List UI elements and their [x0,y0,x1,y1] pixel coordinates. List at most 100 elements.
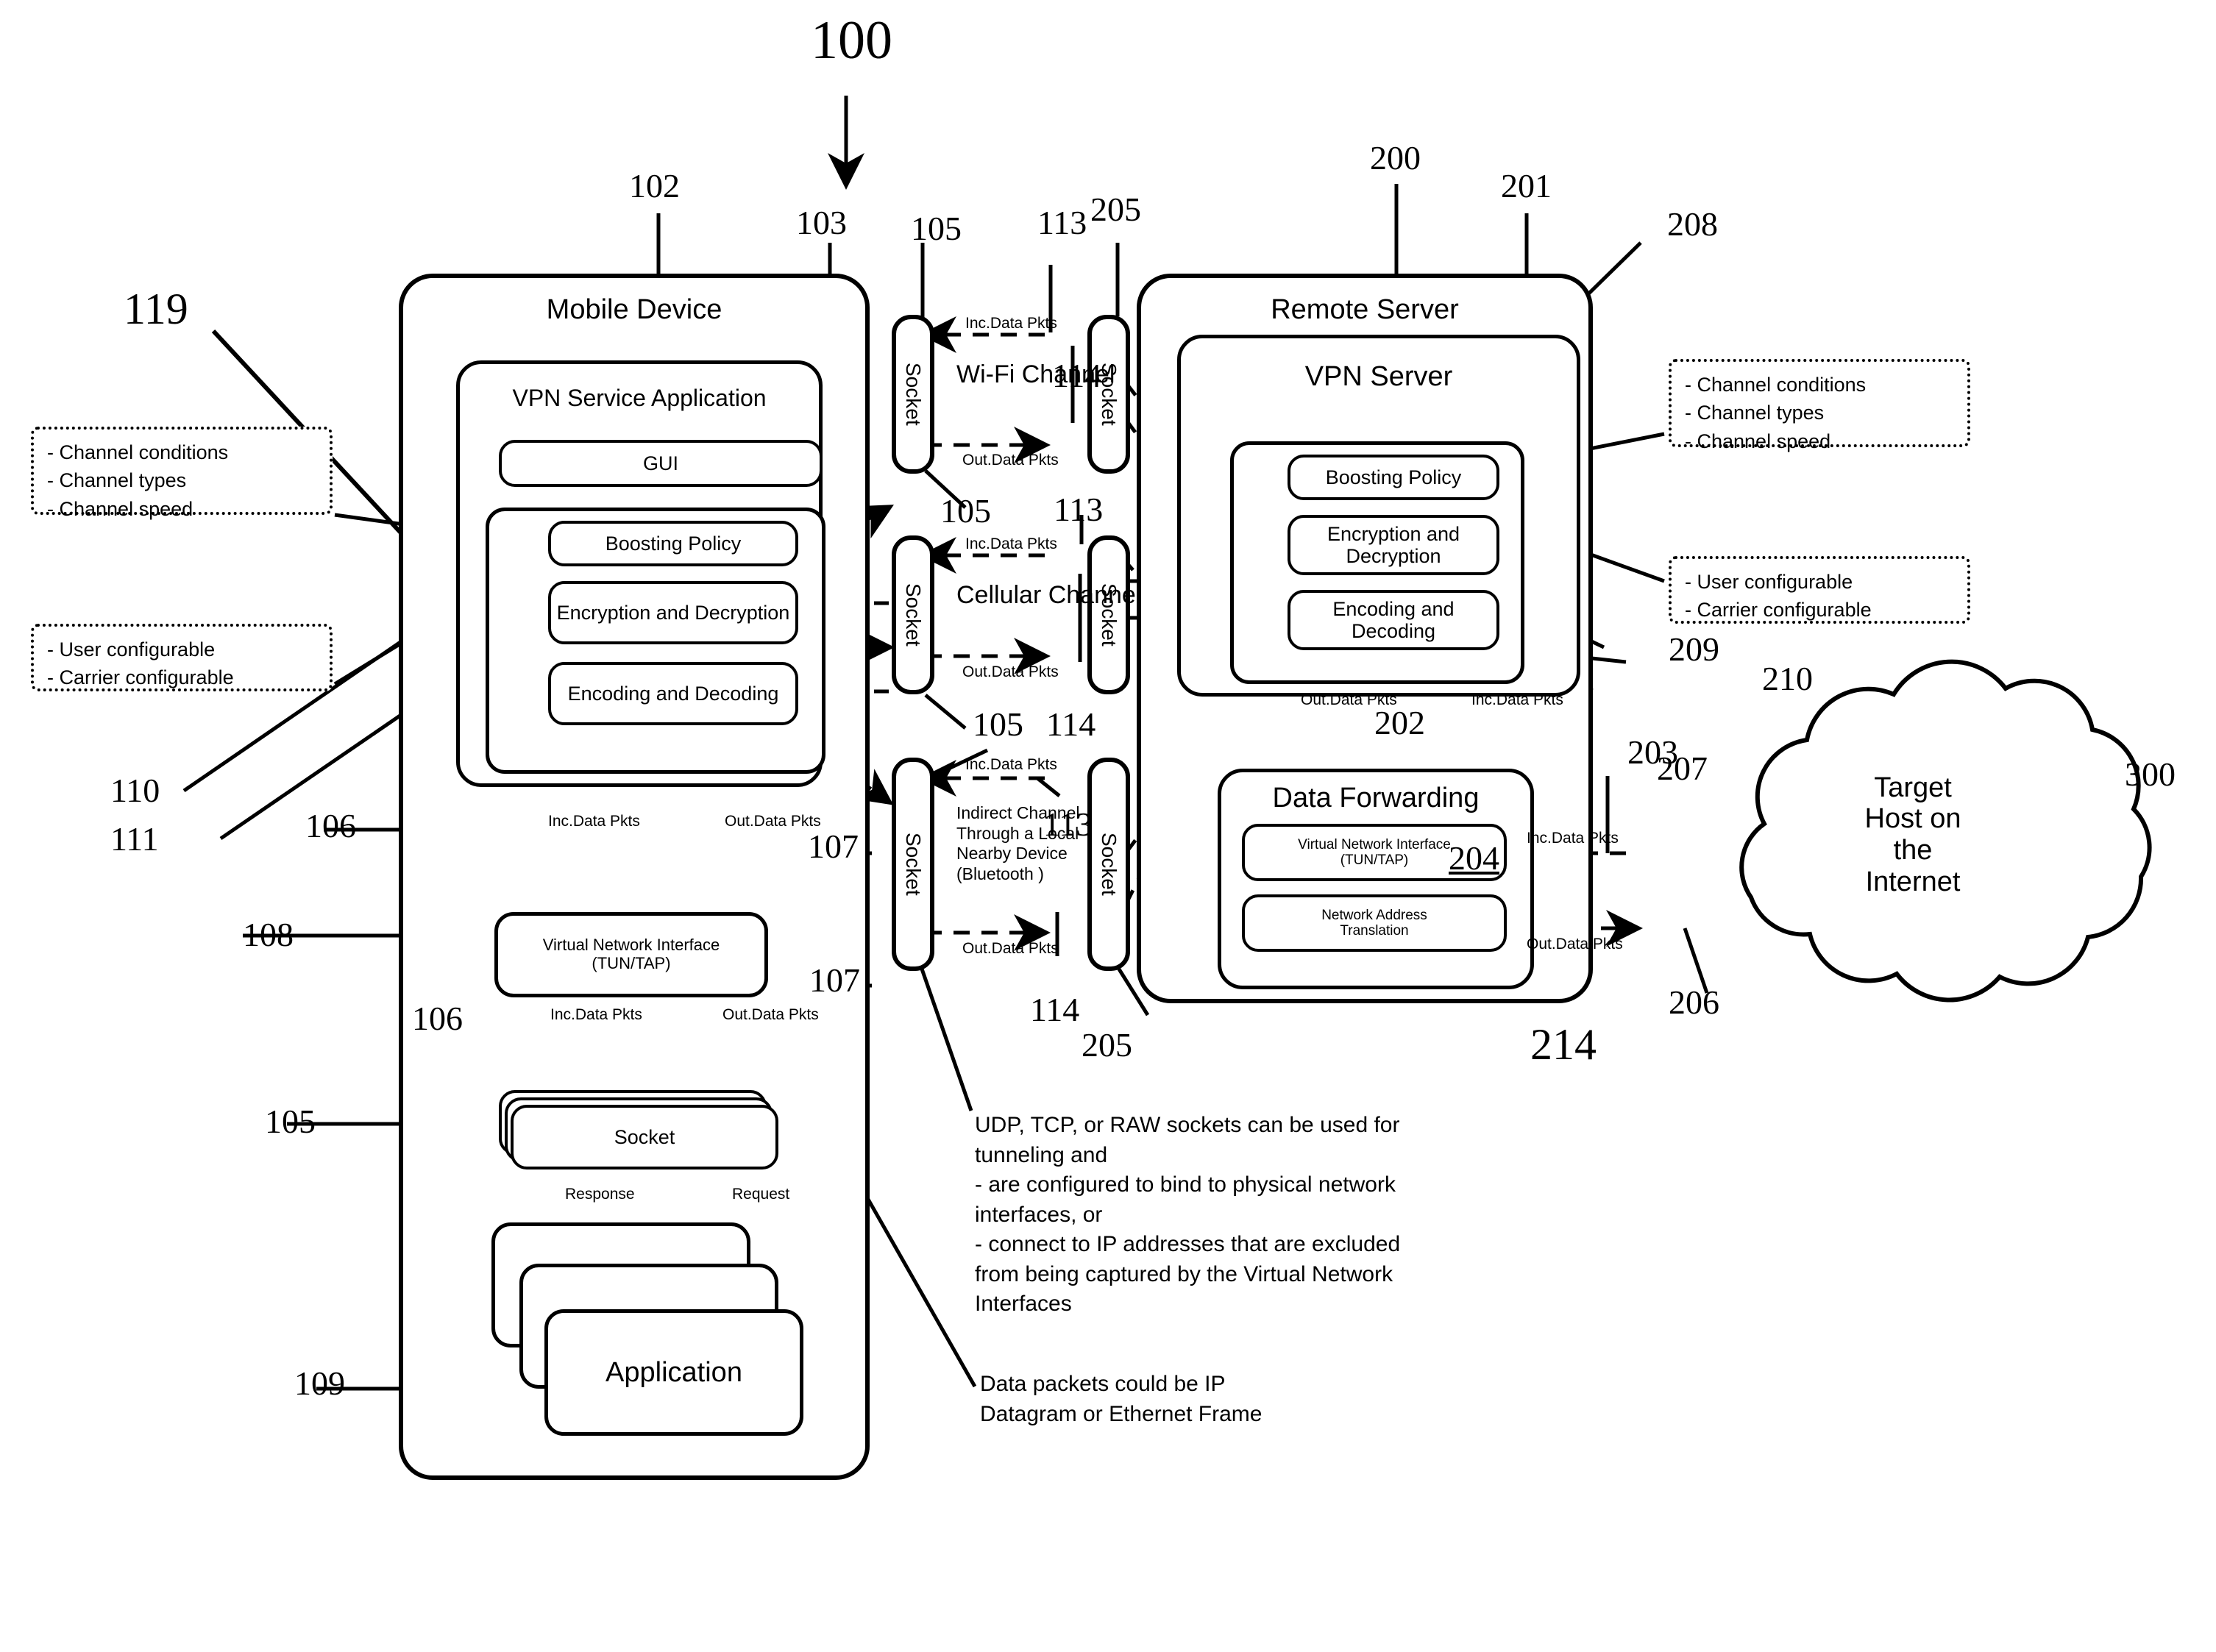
ref-113-wifi-2: 113 [1054,491,1104,528]
packets-note-line-2: Datagram or Ethernet Frame [980,1401,1263,1426]
socket-box-client: Socket [511,1105,778,1169]
callout-right-bottom-line-1: - User configurable [1685,571,1853,593]
callout-left-top-line-1: - Channel conditions [47,441,229,463]
ref-114-cellular: 114 [1046,705,1096,743]
application-box: Application [544,1309,803,1436]
vni-client-line-1: Virtual Network Interface [542,936,720,955]
ref-105-socket-wifi: 105 [911,210,962,247]
boosting-policy-box-server: Boosting Policy [1288,455,1499,500]
callout-right-bottom-line-2: - Carrier configurable [1685,599,1872,622]
target-host-label: Target Host on the Internet [1803,750,2023,919]
target-host-line-3: the [1893,835,1933,866]
vpn-service-application-title: VPN Service Application [512,385,767,412]
socket-server-cellular: Socket [1087,535,1130,694]
socket-client-wifi: Socket [892,315,934,474]
virtual-network-interface-box-client: Virtual Network Interface (TUN/TAP) [494,912,768,997]
callout-left-top-line-2: - Channel types [47,469,187,492]
sockets-note-line-3: - are configured to bind to physical net… [975,1172,1396,1197]
wifi-out-label: Out.Data Pkts [962,452,1059,469]
ref-105-client: 105 [265,1103,316,1140]
callout-left-top-line-3: - Channel speed [47,497,193,520]
sockets-note-line-4: interfaces, or [975,1202,1103,1227]
socket-client-wifi-label: Socket [902,363,925,426]
target-host-line-4: Internet [1865,866,1961,897]
nat-line-1: Network Address [1321,907,1427,923]
ref-206: 206 [1669,983,1719,1021]
vpn-server-title: VPN Server [1304,360,1453,392]
sockets-note-line-7: Interfaces [975,1292,1072,1316]
target-host-line-1: Target [1874,772,1952,803]
ref-208: 208 [1667,205,1718,243]
wifi-inc-label: Inc.Data Pkts [965,315,1057,332]
sockets-note-line-6: from being captured by the Virtual Netwo… [975,1261,1393,1286]
sockets-note: UDP, TCP, or RAW sockets can be used for… [975,1111,1556,1320]
virtual-network-interface-box-server: Virtual Network Interface (TUN/TAP) 204 [1242,824,1507,881]
ref-114-indirect: 114 [1030,991,1080,1028]
callout-left-bottom-line-2: - Carrier configurable [47,666,234,689]
ref-106-lower: 106 [412,1000,463,1037]
callout-left-top: - Channel conditions - Channel types - C… [31,427,333,520]
indirect-out-label: Out.Data Pkts [962,940,1059,957]
ref-210: 210 [1762,660,1813,697]
boosting-policy-box-client: Boosting Policy [548,521,798,566]
remote-server-title: Remote Server [1271,293,1459,325]
data-forwarding-title: Data Forwarding [1272,782,1480,813]
socket-server-indirect: Socket [1087,758,1130,971]
ref-209: 209 [1669,630,1719,668]
ref-114-wifi: 114 [1052,357,1102,394]
ref-200: 200 [1370,139,1421,177]
ref-102: 102 [629,167,680,204]
server-inc-label: Inc.Data Pkts [1471,691,1563,708]
ref-111: 111 [110,820,159,858]
cellular-out-label: Out.Data Pkts [962,663,1059,680]
socket-server-indirect-label: Socket [1098,833,1121,896]
packets-note: Data packets could be IP Datagram or Eth… [980,1370,1495,1429]
ref-105-socket-cellular: 105 [940,492,991,530]
socket-client-cellular-label: Socket [902,583,925,647]
network-address-translation-box: Network Address Translation [1242,894,1507,952]
flow-label-response: Response [565,1186,635,1203]
flow-label-out-upper: Out.Data Pkts [725,813,821,830]
ref-202: 202 [1374,704,1425,741]
sockets-note-line-2: tunneling and [975,1142,1108,1167]
patent-figure-canvas: 100 Mobile Device 102 VPN Service Applic… [0,0,2216,1652]
socket-client-indirect: Socket [892,758,934,971]
ref-201: 201 [1501,167,1552,204]
callout-right-top-line-1: - Channel conditions [1685,374,1867,396]
flow-label-out-lower: Out.Data Pkts [722,1006,819,1023]
ref-205-top: 205 [1090,191,1141,228]
ref-107-lower: 107 [809,961,860,999]
vni-client-line-2: (TUN/TAP) [592,954,671,972]
sockets-note-line-5: - connect to IP addresses that are exclu… [975,1232,1401,1256]
callout-left-bottom-line-1: - User configurable [47,638,216,661]
ref-106-upper: 106 [305,807,356,844]
ref-110: 110 [110,772,160,809]
ref-108: 108 [243,916,294,953]
nat-line-2: Translation [1340,923,1409,939]
cellular-channel-label: Cellular Channel [956,581,1142,609]
gui-box: GUI [499,440,823,487]
host-out-label: Out.Data Pkts [1527,936,1623,953]
ref-214: 214 [1530,1020,1597,1069]
ref-109: 109 [294,1364,345,1402]
host-inc-label: Inc.Data Pkts [1527,830,1619,847]
callout-right-top-line-3: - Channel speed [1685,430,1831,452]
flow-label-inc-lower: Inc.Data Pkts [550,1006,642,1023]
ref-103: 103 [796,204,847,241]
indirect-inc-label: Inc.Data Pkts [965,756,1057,773]
socket-client-indirect-label: Socket [902,833,925,896]
callout-right-top-line-2: - Channel types [1685,402,1825,424]
socket-client-cellular: Socket [892,535,934,694]
ref-300: 300 [2125,755,2176,793]
sockets-note-line-1: UDP, TCP, or RAW sockets can be used for [975,1113,1400,1137]
callout-right-bottom: - User configurable - Carrier configurab… [1669,556,1970,624]
cellular-inc-label: Inc.Data Pkts [965,535,1057,552]
socket-server-wifi: Socket [1087,315,1130,474]
callout-left-bottom: - User configurable - Carrier configurab… [31,624,333,691]
encoding-decoding-box-client: Encoding and Decoding [548,662,798,725]
ref-113-wifi: 113 [1037,204,1087,241]
figure-number: 100 [811,10,892,71]
ref-105-socket-indirect: 105 [973,705,1023,743]
mobile-device-title: Mobile Device [546,293,722,325]
callout-right-top: - Channel conditions - Channel types - C… [1669,359,1970,452]
